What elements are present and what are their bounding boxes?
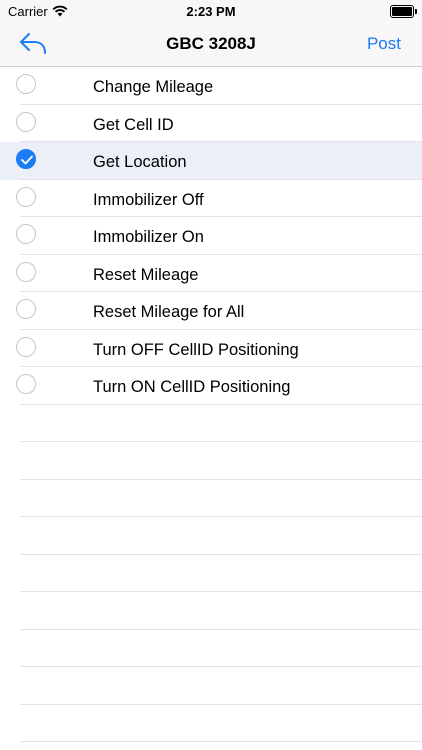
list-item-label: Get Location [93, 153, 187, 171]
checkmark-icon [21, 155, 33, 165]
radio-unchecked-icon[interactable] [16, 186, 36, 207]
empty-row [0, 630, 422, 667]
command-list: Change Mileage Get Cell ID Get Location Imm… [0, 67, 422, 742]
list-item-label: Turn ON CellID Positioning [93, 378, 291, 396]
empty-row [0, 667, 422, 705]
list-item-label: Immobilizer On [93, 228, 204, 246]
list-item[interactable]: Get Location [0, 142, 422, 180]
empty-row [0, 405, 422, 442]
list-item[interactable]: Immobilizer On [0, 217, 422, 255]
empty-row [0, 555, 422, 592]
list-item[interactable]: Turn ON CellID Positioning [0, 367, 422, 405]
list-item-label: Reset Mileage [93, 265, 199, 284]
empty-row [0, 705, 422, 742]
radio-unchecked-icon[interactable] [16, 299, 36, 319]
list-item-label: Immobilizer Off [93, 190, 204, 209]
post-button[interactable]: Post [367, 34, 401, 54]
status-time: 2:23 PM [186, 4, 236, 19]
radio-unchecked-icon[interactable] [16, 111, 36, 132]
list-item[interactable]: Change Mileage [0, 67, 422, 105]
empty-row [0, 592, 422, 630]
list-item-label: Turn OFF CellID Positioning [93, 340, 299, 359]
list-item-label: Reset Mileage for All [93, 303, 245, 321]
row-separator [20, 741, 422, 742]
radio-unchecked-icon[interactable] [16, 224, 36, 244]
empty-row [0, 442, 422, 480]
empty-row [0, 480, 422, 517]
list-item-label: Change Mileage [93, 78, 214, 96]
empty-row [0, 517, 422, 555]
radio-unchecked-icon[interactable] [16, 336, 36, 357]
radio-unchecked-icon[interactable] [16, 261, 36, 282]
radio-unchecked-icon[interactable] [16, 374, 36, 394]
list-item[interactable]: Immobilizer Off [0, 180, 422, 217]
list-item[interactable]: Reset Mileage [0, 255, 422, 292]
radio-unchecked-icon[interactable] [16, 74, 36, 94]
status-bar: Carrier 2:23 PM [0, 0, 422, 22]
page-title: GBC 3208J [166, 34, 256, 53]
navigation-bar: GBC 3208J Post [0, 22, 422, 67]
battery-icon [390, 5, 417, 18]
list-item[interactable]: Turn OFF CellID Positioning [0, 330, 422, 367]
radio-checked-icon[interactable] [16, 149, 36, 169]
list-item-label: Get Cell ID [93, 115, 174, 134]
list-item[interactable]: Reset Mileage for All [0, 292, 422, 330]
list-item[interactable]: Get Cell ID [0, 105, 422, 142]
